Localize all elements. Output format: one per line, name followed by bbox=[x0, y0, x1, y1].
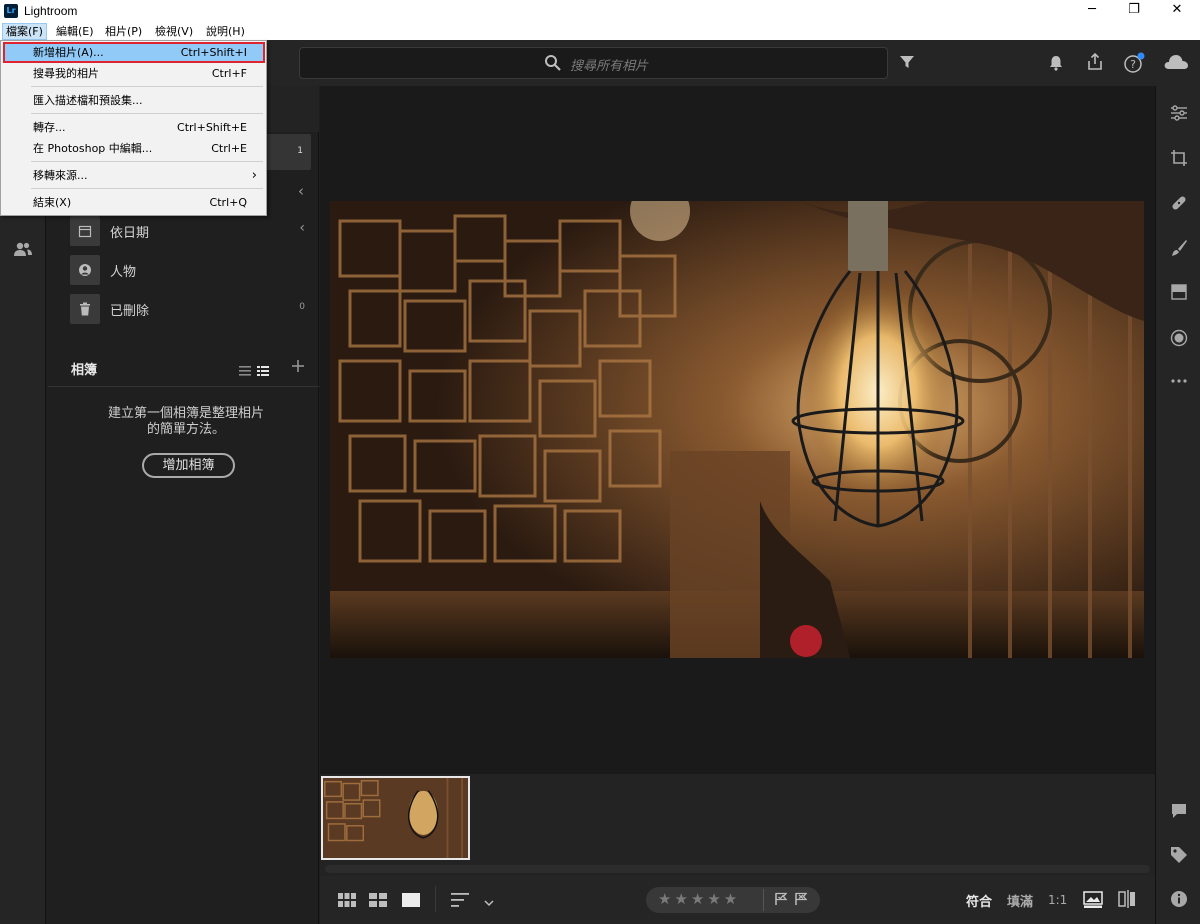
calendar-icon bbox=[70, 216, 100, 246]
albums-empty-message: 建立第一個相簿是整理相片 的簡單方法。 bbox=[107, 406, 264, 437]
edit-sliders-icon[interactable] bbox=[1156, 104, 1200, 126]
menu-separator bbox=[31, 161, 263, 162]
restore-button[interactable]: ❐ bbox=[1112, 0, 1156, 22]
menu-item-migrate-from[interactable]: 移轉來源... › bbox=[3, 165, 265, 186]
filmstrip-thumbnail[interactable] bbox=[321, 776, 470, 860]
by-date-label: 依日期 bbox=[110, 226, 150, 241]
people-rail-icon[interactable] bbox=[13, 241, 33, 261]
one-to-one-button[interactable]: 1:1 bbox=[1048, 893, 1067, 907]
svg-text:?: ? bbox=[1130, 58, 1136, 71]
menu-separator bbox=[31, 188, 263, 189]
title-bar: Lr Lightroom ─ ❐ ✕ bbox=[0, 0, 1200, 22]
menu-photo[interactable]: 相片(P) bbox=[102, 23, 145, 40]
linear-gradient-icon[interactable] bbox=[1156, 284, 1200, 304]
filmstrip-scrollbar[interactable] bbox=[325, 865, 1150, 873]
search-bar[interactable]: 搜尋所有相片 bbox=[299, 47, 888, 79]
search-placeholder: 搜尋所有相片 bbox=[570, 59, 649, 74]
menu-separator bbox=[31, 86, 263, 87]
menu-item-search-photos[interactable]: 搜尋我的相片 Ctrl+F bbox=[3, 63, 265, 84]
add-album-button[interactable]: 增加相簿 bbox=[142, 453, 235, 478]
help-icon[interactable]: ? bbox=[1123, 52, 1145, 78]
by-date-row[interactable]: 依日期 ‹ bbox=[70, 212, 319, 248]
filter-icon[interactable] bbox=[898, 54, 916, 74]
notification-bell-icon[interactable] bbox=[1047, 54, 1065, 76]
cloud-sync-icon[interactable] bbox=[1163, 54, 1189, 74]
healing-bandage-icon[interactable] bbox=[1156, 194, 1200, 216]
file-menu-dropdown: 新增相片(A)... Ctrl+Shift+I 搜尋我的相片 Ctrl+F 匯入… bbox=[0, 40, 267, 216]
all-photos-count: 1 bbox=[297, 146, 303, 156]
window-title: Lightroom bbox=[24, 4, 78, 18]
list-view-icon[interactable] bbox=[239, 361, 251, 380]
crop-icon[interactable] bbox=[1156, 149, 1200, 171]
people-icon bbox=[70, 255, 100, 285]
detail-list-view-icon[interactable] bbox=[257, 361, 269, 380]
deleted-label: 已刪除 bbox=[110, 304, 150, 319]
trash-icon bbox=[70, 294, 100, 324]
albums-title: 相簿 bbox=[71, 363, 98, 378]
minimize-button[interactable]: ─ bbox=[1070, 0, 1114, 22]
menu-edit[interactable]: 編輯(E) bbox=[53, 23, 97, 40]
tag-icon[interactable] bbox=[1156, 846, 1200, 868]
menu-item-exit[interactable]: 結束(X) Ctrl+Q bbox=[3, 192, 265, 213]
people-row[interactable]: 人物 bbox=[70, 251, 319, 287]
menu-item-export[interactable]: 轉存... Ctrl+Shift+E bbox=[3, 117, 265, 138]
divider bbox=[48, 386, 319, 387]
menu-separator bbox=[31, 113, 263, 114]
photo-grid-icon[interactable] bbox=[369, 892, 387, 911]
menu-file[interactable]: 檔案(F) bbox=[2, 23, 47, 40]
add-album-plus-icon[interactable] bbox=[291, 358, 305, 377]
more-options-icon[interactable] bbox=[1156, 369, 1200, 388]
search-icon bbox=[544, 54, 562, 76]
by-date-chevron-icon[interactable]: ‹ bbox=[299, 220, 305, 236]
square-grid-icon[interactable] bbox=[338, 892, 356, 911]
pick-flag-icon[interactable] bbox=[774, 892, 788, 910]
deleted-count: 0 bbox=[299, 302, 305, 312]
main-photo[interactable] bbox=[330, 201, 1144, 658]
share-icon[interactable] bbox=[1085, 52, 1105, 76]
menu-item-add-photos[interactable]: 新增相片(A)... Ctrl+Shift+I bbox=[3, 42, 265, 63]
menu-item-edit-in-photoshop[interactable]: 在 Photoshop 中編輯... Ctrl+E bbox=[3, 138, 265, 159]
menu-bar: 檔案(F) 編輯(E) 相片(P) 檢視(V) 說明(H) bbox=[0, 22, 1200, 40]
right-rail bbox=[1155, 86, 1200, 924]
sort-icon[interactable] bbox=[451, 892, 471, 911]
info-icon[interactable] bbox=[1156, 890, 1200, 912]
info-overlay-icon[interactable] bbox=[1083, 891, 1103, 913]
chevron-down-icon[interactable] bbox=[483, 893, 495, 912]
lightroom-logo-icon: Lr bbox=[4, 4, 18, 18]
rating-and-flag-bar: ★★★★★ bbox=[646, 887, 820, 913]
divider bbox=[435, 886, 436, 912]
recent-chevron-icon[interactable]: ‹ bbox=[298, 182, 304, 200]
comment-icon[interactable] bbox=[1156, 802, 1200, 824]
compare-view-icon[interactable] bbox=[1118, 890, 1136, 912]
detail-view-icon[interactable] bbox=[402, 892, 420, 911]
radial-gradient-icon[interactable] bbox=[1156, 329, 1200, 351]
fit-view-button[interactable]: 符合 bbox=[966, 891, 992, 910]
menu-item-import-profiles[interactable]: 匯入描述檔和預設集... bbox=[3, 90, 265, 111]
menu-help[interactable]: 說明(H) bbox=[203, 23, 248, 40]
menu-view[interactable]: 檢視(V) bbox=[152, 23, 196, 40]
fill-view-button[interactable]: 填滿 bbox=[1007, 891, 1033, 910]
star-rating[interactable]: ★★★★★ bbox=[658, 890, 740, 908]
people-label: 人物 bbox=[110, 265, 137, 280]
brush-icon[interactable] bbox=[1156, 239, 1200, 261]
deleted-row[interactable]: 已刪除 0 bbox=[70, 290, 319, 326]
submenu-arrow-icon: › bbox=[251, 168, 257, 183]
close-button[interactable]: ✕ bbox=[1155, 0, 1199, 22]
reject-flag-icon[interactable] bbox=[794, 892, 808, 910]
